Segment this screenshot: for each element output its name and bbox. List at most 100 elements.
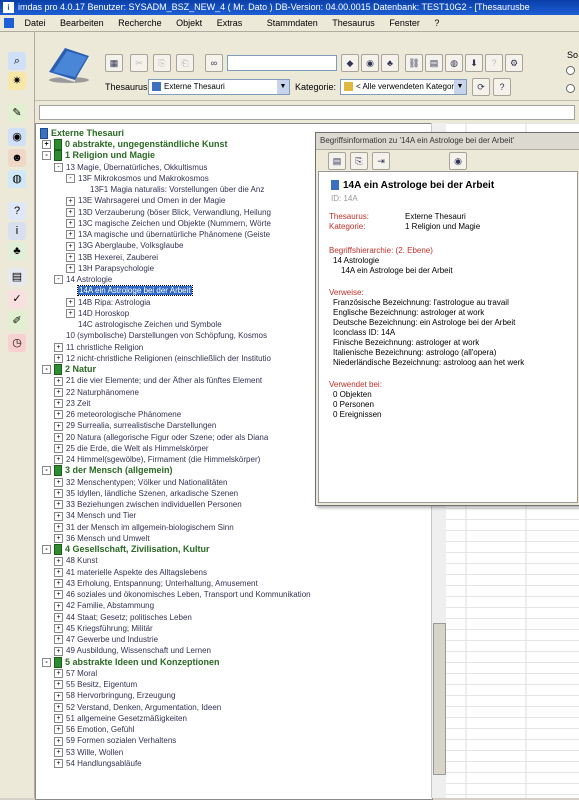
- expand-icon[interactable]: +: [54, 556, 63, 566]
- tree-item[interactable]: +51 allgemeine Gesetzmäßigkeiten: [54, 713, 187, 724]
- paste-button[interactable]: ⎗: [176, 54, 194, 72]
- download-button[interactable]: ⬇: [465, 54, 483, 72]
- tree-item[interactable]: +29 Surrealia, surrealistische Darstellu…: [54, 420, 216, 431]
- expand-icon[interactable]: +: [54, 342, 63, 352]
- tree-item[interactable]: +35 Idyllen, ländliche Szenen, arkadisch…: [54, 488, 238, 499]
- world-button[interactable]: ◍: [445, 54, 463, 72]
- marker-icon[interactable]: ✐: [8, 312, 26, 330]
- tree-item[interactable]: 14A ein Astrologe bei der Arbeit: [66, 285, 193, 297]
- expand-icon[interactable]: +: [54, 759, 63, 769]
- tree-item[interactable]: +54 Handlungsabläufe: [54, 758, 142, 769]
- expand-icon[interactable]: +: [54, 489, 63, 499]
- tree-item[interactable]: +26 meteorologische Phänomene: [54, 409, 181, 420]
- expand-icon[interactable]: +: [54, 477, 63, 487]
- expand-icon[interactable]: +: [54, 579, 63, 589]
- popup-globe-button[interactable]: ◉: [449, 152, 467, 170]
- tree-item[interactable]: +56 Emotion, Gefühl: [54, 724, 134, 735]
- collapse-icon[interactable]: -: [42, 466, 51, 476]
- expand-icon[interactable]: +: [54, 691, 63, 701]
- filter-field[interactable]: [39, 105, 575, 120]
- menu-fenster[interactable]: Fenster: [383, 15, 426, 31]
- link-button[interactable]: ∞: [205, 54, 223, 72]
- pen-icon[interactable]: ✎: [8, 104, 26, 122]
- tree-item[interactable]: +13C magische Zeichen und Objekte (Numme…: [66, 218, 271, 229]
- tree-item[interactable]: +13D Verzauberung (böser Blick, Verwandl…: [66, 207, 271, 218]
- menu-bearbeiten[interactable]: Bearbeiten: [54, 15, 110, 31]
- tree-item[interactable]: +31 der Mensch im allgemein-biologischem…: [54, 522, 234, 533]
- earth-icon[interactable]: ◍: [8, 170, 26, 188]
- tree-item[interactable]: +34 Mensch und Tier: [54, 510, 136, 521]
- popup-print-button[interactable]: ▤: [328, 152, 346, 170]
- expand-icon[interactable]: +: [66, 309, 75, 319]
- check-icon[interactable]: ✓: [8, 290, 26, 308]
- cut-button[interactable]: ✂: [130, 54, 148, 72]
- menu-help[interactable]: ?: [428, 15, 445, 31]
- expand-icon[interactable]: +: [54, 399, 63, 409]
- globe-icon[interactable]: ◉: [8, 128, 26, 146]
- tree-item[interactable]: +58 Hervorbringung, Erzeugung: [54, 690, 175, 701]
- thesaurus-button[interactable]: ◆: [341, 54, 359, 72]
- clock-icon[interactable]: ◷: [8, 334, 26, 352]
- expand-icon[interactable]: +: [66, 230, 75, 240]
- menu-extras[interactable]: Extras: [211, 15, 249, 31]
- tree-item[interactable]: +41 materielle Aspekte des Alltagslebens: [54, 567, 207, 578]
- tree-item[interactable]: +49 Ausbildung, Wissenschaft und Lernen: [54, 645, 211, 656]
- expand-icon[interactable]: +: [54, 376, 63, 386]
- tree-item[interactable]: +33 Beziehungen zwischen individuellen P…: [54, 499, 242, 510]
- expand-icon[interactable]: +: [66, 252, 75, 262]
- expand-icon[interactable]: +: [66, 241, 75, 251]
- document-icon[interactable]: [4, 18, 14, 28]
- menu-recherche[interactable]: Recherche: [112, 15, 168, 31]
- tree-item[interactable]: +13H Parapsychologie: [66, 263, 154, 274]
- tree-root[interactable]: Externe Thesauri: [40, 128, 124, 140]
- tree-icon[interactable]: ♣: [8, 242, 26, 260]
- expand-icon[interactable]: +: [66, 264, 75, 274]
- tree-item[interactable]: +42 Familie, Abstammung: [54, 600, 154, 611]
- help-button[interactable]: ?: [485, 54, 503, 72]
- tree-item[interactable]: +14D Horoskop: [66, 308, 129, 319]
- tree-item[interactable]: +20 Natura (allegorische Figur oder Szen…: [54, 432, 268, 443]
- tree-item[interactable]: +57 Moral: [54, 668, 97, 679]
- expand-icon[interactable]: +: [54, 747, 63, 757]
- tree-item[interactable]: +36 Mensch und Umwelt: [54, 533, 150, 544]
- expand-icon[interactable]: +: [54, 387, 63, 397]
- globe-button[interactable]: ◉: [361, 54, 379, 72]
- info-icon[interactable]: i: [8, 222, 26, 240]
- collapse-icon[interactable]: -: [42, 365, 51, 375]
- expand-icon[interactable]: +: [66, 196, 75, 206]
- expand-icon[interactable]: +: [54, 714, 63, 724]
- tree-item[interactable]: +25 die Erde, die Welt als Himmelskörper: [54, 443, 209, 454]
- tree-item[interactable]: -13 Magie, Übernatürliches, Okkultismus: [54, 162, 207, 173]
- tree-item[interactable]: +53 Wille, Wollen: [54, 747, 123, 758]
- expand-icon[interactable]: +: [54, 725, 63, 735]
- tree-item[interactable]: +22 Naturphänomene: [54, 387, 139, 398]
- help-search-icon[interactable]: ?: [8, 202, 26, 220]
- tree-item[interactable]: 13F1 Magia naturalis: Vorstellungen über…: [78, 184, 264, 195]
- tree-item[interactable]: +21 die vier Elemente; und der Äther als…: [54, 375, 262, 386]
- tree-item[interactable]: +13G Aberglaube, Volksglaube: [66, 240, 183, 251]
- tree-item[interactable]: +47 Gewerbe und Industrie: [54, 634, 158, 645]
- expand-icon[interactable]: +: [54, 534, 63, 544]
- tree-item[interactable]: -14 Astrologie: [54, 274, 112, 285]
- tree-item[interactable]: +55 Besitz, Eigentum: [54, 679, 137, 690]
- menu-datei[interactable]: Datei: [19, 15, 52, 31]
- tree-item[interactable]: +46 soziales und ökonomisches Leben, Tra…: [54, 589, 311, 600]
- tree-item[interactable]: 14C astrologische Zeichen und Symbole: [66, 319, 222, 330]
- expand-icon[interactable]: +: [54, 410, 63, 420]
- link-chain-button[interactable]: ⛓: [405, 54, 423, 72]
- expand-icon[interactable]: +: [54, 455, 63, 465]
- expand-icon[interactable]: +: [54, 601, 63, 611]
- expand-icon[interactable]: +: [54, 444, 63, 454]
- search-field[interactable]: [227, 55, 337, 71]
- kategorie-select[interactable]: < Alle verwendeten Kategorien > ▼: [340, 79, 467, 95]
- tree-item[interactable]: +45 Kriegsführung; Militär: [54, 623, 153, 634]
- expand-icon[interactable]: +: [66, 207, 75, 217]
- expand-icon[interactable]: +: [54, 736, 63, 746]
- search-icon[interactable]: ⌕: [8, 52, 26, 70]
- tree-category[interactable]: - 2 Natur: [42, 364, 96, 376]
- people-icon[interactable]: ☻: [8, 149, 26, 167]
- tree-item[interactable]: +13E Wahrsagerei und Omen in der Magie: [66, 195, 225, 206]
- expand-icon[interactable]: +: [66, 219, 75, 229]
- collapse-icon[interactable]: -: [42, 657, 51, 667]
- tree-item[interactable]: +44 Staat; Gesetz; politisches Leben: [54, 612, 192, 623]
